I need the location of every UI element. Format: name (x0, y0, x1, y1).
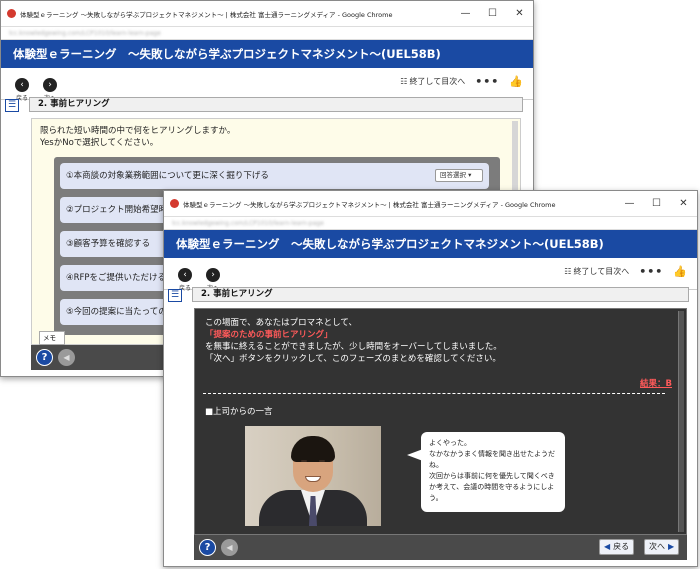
result-grade: 結果：B (640, 379, 672, 389)
scrollbar[interactable] (678, 311, 684, 532)
exit-to-toc-button[interactable]: ☷ 終了して目次へ (564, 266, 629, 277)
minimize-icon[interactable]: — (616, 198, 643, 209)
app-icon (7, 9, 16, 18)
menu-icon[interactable]: ☰ (5, 99, 19, 112)
option-item: ①本商談の対象業務範囲について更に深く掘り下げる 回答選択 ▾ (60, 163, 489, 189)
speech-bubble: よくやった。 なかなかうまく情報を聞き出せたようだね。 次回からは事前に何を優先… (421, 432, 565, 512)
footer-next-label: 次へ (649, 542, 665, 551)
minimize-icon[interactable]: — (452, 8, 479, 19)
boss-comment-label: ■上司からの一言 (205, 407, 273, 417)
url-text: lcc.knowledgewing.com/LCP1010/learn-lear… (172, 219, 324, 227)
exit-label: 終了して目次へ (573, 267, 630, 276)
option-label: ②プロジェクト開始希望時 (66, 205, 168, 215)
section-header: 2. 事前ヒアリング (192, 287, 689, 302)
thumbs-up-icon[interactable]: 👍 (673, 265, 687, 278)
help-icon[interactable]: ? (199, 539, 216, 556)
close-icon[interactable]: ✕ (506, 8, 533, 19)
nav-toolbar: ‹ 戻る › 次へ ☷ 終了して目次へ ••• 👍 (164, 258, 697, 292)
question-text: 限られた短い時間の中で何をヒアリングしますか。 (40, 126, 236, 136)
photo-eye (319, 460, 325, 462)
close-icon[interactable]: ✕ (670, 198, 697, 209)
feedback-text-line: を無事に終えることができましたが、少し時間をオーバーしてしまいました。 (205, 342, 502, 352)
menu-icon[interactable]: ☰ (168, 289, 182, 302)
triangle-right-icon: ▶ (668, 542, 675, 551)
maximize-icon[interactable]: ☐ (643, 198, 670, 209)
footer-bar: ? ◀ ◀ 戻る 次へ ▶ (194, 535, 687, 560)
exit-to-toc-button[interactable]: ☷ 終了して目次へ (400, 76, 465, 87)
title-bar[interactable]: 体験型ｅラーニング ～失敗しながら学ぶプロジェクトマネジメント～ | 株式会社 … (164, 191, 697, 217)
question-instruction: YesかNoで選択してください。 (40, 138, 159, 148)
section-header: 2. 事前ヒアリング (29, 97, 523, 112)
option-label: ①本商談の対象業務範囲について更に深く掘り下げる (66, 171, 269, 181)
chevron-right-icon: › (206, 268, 220, 282)
speech-line: よくやった。 (429, 439, 471, 447)
photo-eye (301, 460, 307, 462)
browser-window-front: 体験型ｅラーニング ～失敗しながら学ぶプロジェクトマネジメント～ | 株式会社 … (163, 190, 698, 567)
option-label: ③顧客予算を確認する (66, 239, 151, 249)
chevron-left-icon: ‹ (178, 268, 192, 282)
address-bar[interactable]: lcc.knowledgewing.com/LCP1010/learn-lear… (164, 217, 697, 230)
maximize-icon[interactable]: ☐ (479, 8, 506, 19)
feedback-text-line: 「次へ」ボタンをクリックして、このフェーズのまとめを確認してください。 (205, 354, 501, 364)
chevron-left-icon: ‹ (15, 78, 29, 92)
list-icon: ☷ (564, 267, 572, 276)
answer-select[interactable]: 回答選択 ▾ (435, 169, 483, 182)
option-label: ④RFPをご提供いただける (66, 273, 167, 283)
footer-next-button[interactable]: 次へ ▶ (644, 539, 680, 555)
thumbs-up-icon[interactable]: 👍 (509, 75, 523, 88)
window-title: 体験型ｅラーニング ～失敗しながら学ぶプロジェクトマネジメント～ | 株式会社 … (20, 10, 393, 19)
course-title: 体験型ｅラーニング ～失敗しながら学ぶプロジェクトマネジメント～(UEL58B) (164, 230, 697, 258)
footer-back-label: 戻る (613, 542, 630, 551)
exit-label: 終了して目次へ (409, 77, 466, 86)
nav-toolbar: ‹ 戻る › 次へ ☷ 終了して目次へ ••• 👍 (1, 68, 533, 102)
audio-icon[interactable]: ◀ (221, 539, 238, 556)
more-icon[interactable]: ••• (639, 265, 663, 278)
feedback-panel: この場面で、あなたはプロマネとして、 「提案のための事前ヒアリング」 を無事に終… (194, 308, 687, 535)
window-title: 体験型ｅラーニング ～失敗しながら学ぶプロジェクトマネジメント～ | 株式会社 … (183, 200, 556, 209)
speech-line: 次回からは事前に何を優先して聞くべきか考えて、会議の時間を守るようにしよう。 (429, 472, 555, 502)
title-bar[interactable]: 体験型ｅラーニング ～失敗しながら学ぶプロジェクトマネジメント～ | 株式会社 … (1, 1, 533, 27)
address-bar[interactable]: lcc.knowledgewing.com/LCP1010/learn-lear… (1, 27, 533, 40)
boss-photo (245, 426, 381, 526)
chevron-right-icon: › (43, 78, 57, 92)
option-label: ⑤今回の提案に当たっての (66, 307, 167, 317)
feedback-highlight: 「提案のための事前ヒアリング」 (205, 330, 333, 340)
url-text: lcc.knowledgewing.com/LCP1010/learn-lear… (9, 29, 161, 37)
audio-icon[interactable]: ◀ (58, 349, 75, 366)
footer-back-button[interactable]: ◀ 戻る (599, 539, 635, 555)
answer-select-label: 回答選択 (440, 171, 466, 179)
triangle-left-icon: ◀ (604, 542, 611, 551)
memo-tab[interactable]: メモ (39, 331, 65, 345)
help-icon[interactable]: ? (36, 349, 53, 366)
app-icon (170, 199, 179, 208)
divider (203, 393, 665, 394)
list-icon: ☷ (400, 77, 408, 86)
course-title: 体験型ｅラーニング ～失敗しながら学ぶプロジェクトマネジメント～(UEL58B) (1, 40, 533, 68)
feedback-text-line: この場面で、あなたはプロマネとして、 (205, 318, 357, 328)
speech-line: なかなかうまく情報を聞き出せたようだね。 (429, 450, 555, 469)
more-icon[interactable]: ••• (475, 75, 499, 88)
